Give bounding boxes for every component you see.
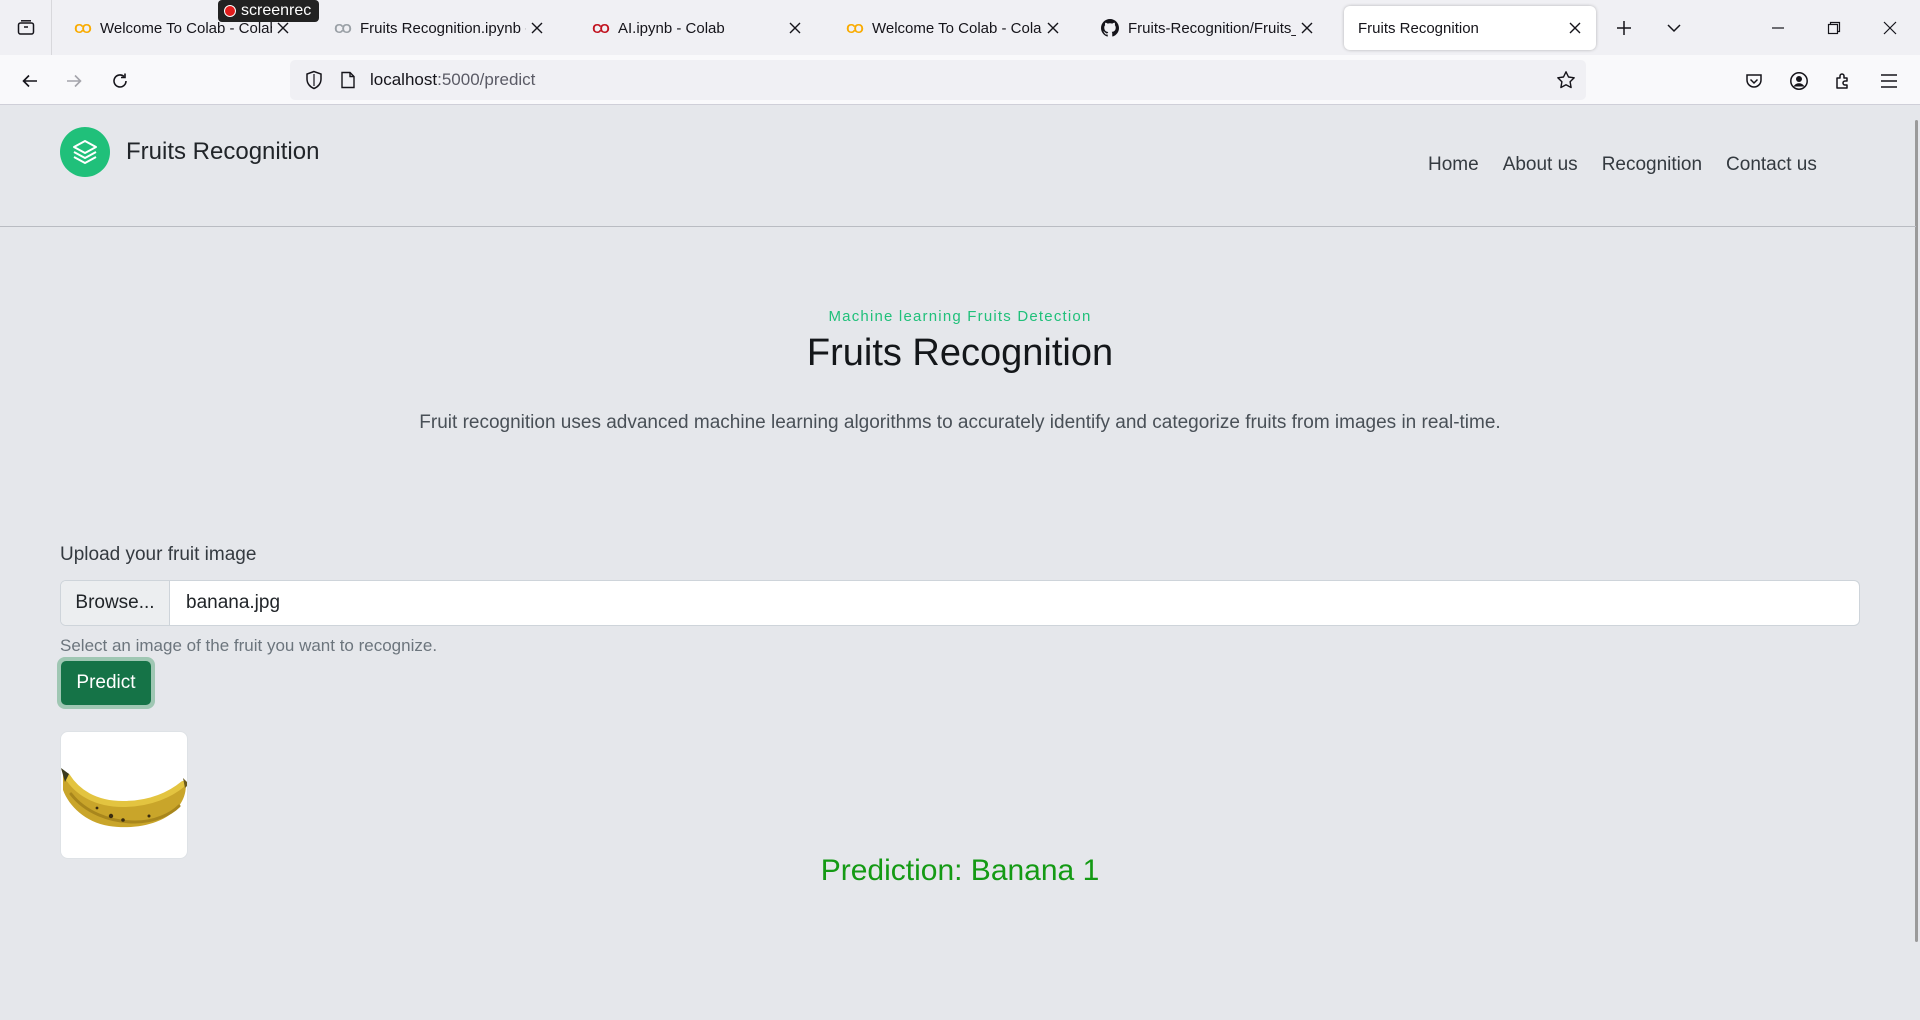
tab-overview-icon: [17, 19, 34, 35]
page-viewport: Fruits Recognition Home About us Recogni…: [0, 106, 1920, 1020]
close-tab-icon[interactable]: [1296, 17, 1318, 39]
chevron-down-icon: [1667, 24, 1681, 33]
browser-toolbar: localhost:5000/predict: [0, 55, 1920, 105]
close-tab-icon[interactable]: [526, 17, 548, 39]
app-menu-button[interactable]: [1871, 63, 1907, 99]
address-bar[interactable]: localhost:5000/predict: [290, 60, 1586, 100]
nav-recognition[interactable]: Recognition: [1590, 154, 1714, 176]
prediction-result: Prediction: Banana 1: [820, 854, 1100, 887]
hamburger-menu-icon: [1881, 74, 1897, 88]
arrow-right-icon: [67, 74, 82, 88]
github-icon: [1100, 19, 1120, 37]
colab-icon: CO: [74, 20, 91, 36]
nav-about-us[interactable]: About us: [1491, 154, 1590, 176]
tab-fruits-recognition-active[interactable]: Fruits Recognition: [1344, 6, 1596, 50]
minimize-button[interactable]: [1750, 0, 1806, 55]
minimize-icon: [1772, 26, 1784, 29]
pocket-icon: [1746, 74, 1762, 88]
account-icon: [1790, 72, 1808, 90]
arrow-left-icon: [22, 74, 37, 88]
browse-button[interactable]: Browse...: [61, 581, 170, 625]
colab-icon: CO: [334, 20, 351, 36]
close-tab-icon[interactable]: [1564, 17, 1586, 39]
colab-icon: CO: [846, 20, 863, 36]
nav-contact-us[interactable]: Contact us: [1714, 154, 1829, 176]
banana-image: [61, 768, 187, 828]
account-button[interactable]: [1781, 63, 1817, 99]
upload-label: Upload your fruit image: [60, 544, 257, 565]
tab-fruits-notebook[interactable]: CO Fruits Recognition.ipynb - C: [318, 6, 558, 50]
bookmark-star-icon[interactable]: [1554, 68, 1578, 92]
close-icon: [1883, 21, 1897, 34]
new-tab-button[interactable]: [1608, 12, 1640, 44]
colab-icon: CO: [592, 20, 609, 36]
list-all-tabs-button[interactable]: [1658, 12, 1690, 44]
selected-file-name: banana.jpg: [186, 592, 281, 613]
layers-logo-icon: [60, 127, 110, 177]
puzzle-icon: [1836, 73, 1848, 89]
nav-home[interactable]: Home: [1428, 154, 1491, 176]
restore-icon: [1827, 21, 1841, 34]
url-text[interactable]: localhost:5000/predict: [370, 70, 535, 90]
close-tab-icon[interactable]: [784, 17, 806, 39]
predict-button[interactable]: Predict: [57, 657, 155, 709]
extensions-button[interactable]: [1826, 63, 1862, 99]
page-scrollbar[interactable]: [1915, 120, 1918, 942]
hero-description: Fruit recognition uses advanced machine …: [419, 412, 1501, 433]
page-title: Fruits Recognition: [806, 332, 1114, 374]
site-header: Fruits Recognition Home About us Recogni…: [0, 106, 1916, 227]
forward-button[interactable]: [56, 63, 92, 99]
close-window-button[interactable]: [1862, 0, 1918, 55]
screen-recorder-badge: screenrec: [218, 0, 320, 22]
page-info-icon[interactable]: [336, 71, 360, 89]
back-button[interactable]: [12, 63, 48, 99]
restore-button[interactable]: [1806, 0, 1862, 55]
reload-icon: [113, 73, 127, 88]
hero-eyebrow: Machine learning Fruits Detection: [828, 308, 1092, 325]
reload-button[interactable]: [102, 63, 138, 99]
uploaded-image-preview: [60, 731, 188, 859]
tab-welcome-colab-2[interactable]: CO Welcome To Colab - Colab: [830, 6, 1074, 50]
upload-help-text: Select an image of the fruit you want to…: [60, 636, 438, 655]
brand-link[interactable]: Fruits Recognition: [60, 127, 319, 177]
tab-ai-notebook[interactable]: CO AI.ipynb - Colab: [576, 6, 816, 50]
main-nav: Home About us Recognition Contact us: [1428, 154, 1829, 176]
brand-name: Fruits Recognition: [126, 138, 320, 165]
close-tab-icon[interactable]: [1042, 17, 1064, 39]
record-dot-icon: [224, 5, 236, 17]
pocket-button[interactable]: [1736, 63, 1772, 99]
tab-github-repo[interactable]: Fruits-Recognition/Fruits_Re: [1086, 6, 1328, 50]
plus-icon: [1617, 21, 1631, 35]
tracking-protection-shield-icon[interactable]: [300, 70, 328, 90]
file-upload-input[interactable]: Browse... banana.jpg: [60, 580, 1860, 626]
predict-button-label: Predict: [61, 661, 151, 705]
tab-overview-button[interactable]: [0, 0, 52, 55]
